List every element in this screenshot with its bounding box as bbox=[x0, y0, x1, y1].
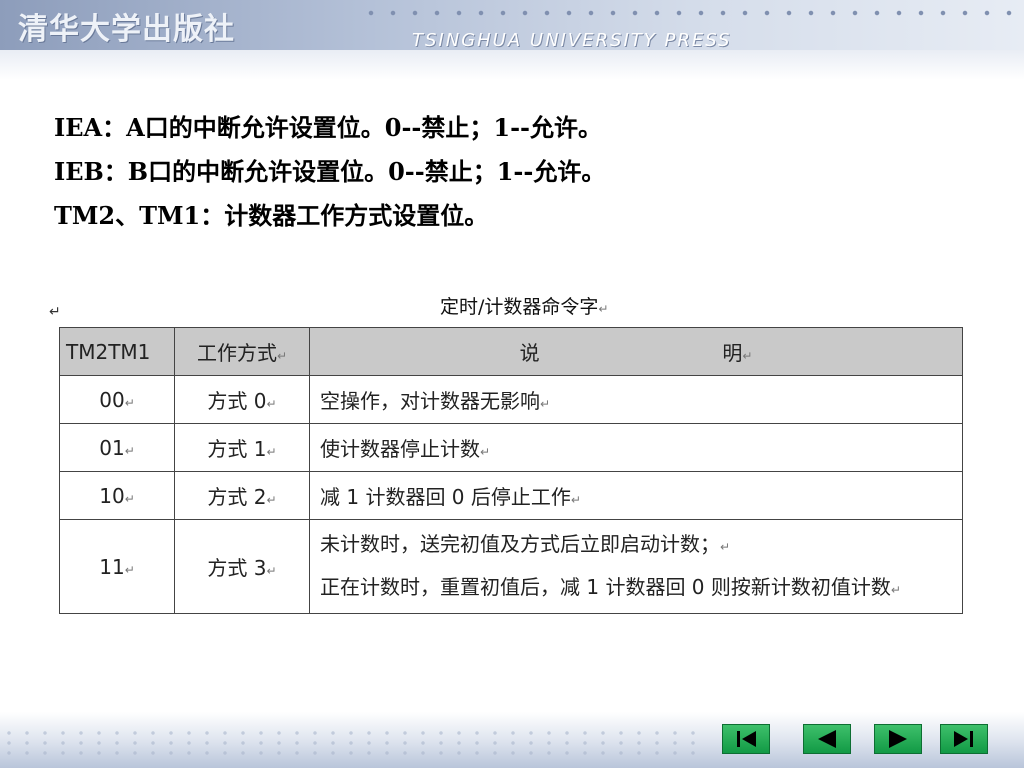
previous-slide-button[interactable] bbox=[803, 724, 851, 754]
table-title-text: 定时/计数器命令字 bbox=[440, 296, 599, 318]
desc-line: 未计数时，送完初值及方式后立即启动计数；↵ bbox=[320, 524, 956, 567]
return-mark: ↵ bbox=[598, 302, 609, 316]
skip-back-icon bbox=[737, 731, 756, 747]
cell-mode: 方式 0↵ bbox=[174, 375, 310, 424]
return-mark: ↵ bbox=[742, 349, 753, 363]
line-tm: TM2、TM1：计数器工作方式设置位。 bbox=[54, 201, 489, 230]
return-mark: ↵ bbox=[890, 582, 901, 597]
return-mark: ↵ bbox=[266, 493, 277, 507]
mode-value: 方式 2 bbox=[207, 485, 267, 509]
cell-desc: 空操作，对计数器无影响↵ bbox=[309, 375, 963, 424]
first-slide-button[interactable] bbox=[722, 724, 770, 754]
return-mark: ↵ bbox=[266, 564, 277, 578]
publisher-logo-en: TSINGHUA UNIVERSITY PRESS bbox=[412, 30, 732, 51]
code-value: 01 bbox=[99, 435, 125, 460]
last-slide-button[interactable] bbox=[940, 724, 988, 754]
return-mark: ↵ bbox=[124, 491, 135, 506]
anchor-marker: ↵ bbox=[49, 304, 61, 320]
cell-mode: 方式 2↵ bbox=[174, 471, 310, 520]
cell-desc: 使计数器停止计数↵ bbox=[309, 423, 963, 472]
table-row: 01↵ 方式 1↵ 使计数器停止计数↵ bbox=[59, 423, 963, 472]
return-mark: ↵ bbox=[276, 349, 288, 363]
cell-code: 01↵ bbox=[59, 423, 175, 472]
table-header-row: TM2TM1 工作方式↵ 说 明↵ bbox=[59, 327, 963, 376]
cell-desc: 减 1 计数器回 0 后停止工作↵ bbox=[309, 471, 963, 520]
desc-value: 未计数时，送完初值及方式后立即启动计数； bbox=[320, 531, 720, 556]
return-mark: ↵ bbox=[266, 445, 277, 459]
desc-value: 使计数器停止计数 bbox=[320, 437, 480, 461]
cell-code: 00↵ bbox=[59, 375, 175, 424]
header-mode: 工作方式↵ bbox=[174, 327, 310, 376]
desc-value: 正在计数时，重置初值后，减 1 计数器回 0 则按新计数初值计数 bbox=[320, 574, 891, 599]
return-mark: ↵ bbox=[124, 562, 135, 577]
skip-forward-icon bbox=[954, 731, 973, 747]
publisher-logo-cn: 清华大学出版社 bbox=[18, 12, 235, 47]
cell-mode: 方式 1↵ bbox=[174, 423, 310, 472]
desc-line: 正在计数时，重置初值后，减 1 计数器回 0 则按新计数初值计数↵ bbox=[320, 567, 956, 610]
header-desc: 说 明↵ bbox=[309, 327, 963, 376]
table-row: 10↵ 方式 2↵ 减 1 计数器回 0 后停止工作↵ bbox=[59, 471, 963, 520]
desc-value: 减 1 计数器回 0 后停止工作 bbox=[320, 485, 571, 509]
return-mark: ↵ bbox=[720, 539, 731, 554]
line-iea: IEA：A口的中断允许设置位。0--禁止；1--允许。 bbox=[54, 113, 603, 142]
return-mark: ↵ bbox=[480, 445, 491, 459]
header-desc-label-1: 说 bbox=[519, 341, 540, 365]
table-row: 00↵ 方式 0↵ 空操作，对计数器无影响↵ bbox=[59, 375, 963, 424]
cell-code: 11↵ bbox=[59, 519, 175, 614]
content-lines: IEA：A口的中断允许设置位。0--禁止；1--允许。 IEB：B口的中断允许设… bbox=[54, 106, 605, 238]
return-mark: ↵ bbox=[540, 397, 551, 411]
command-word-table: TM2TM1 工作方式↵ 说 明↵ 00↵ 方式 0↵ 空操作，对计数器无影响↵… bbox=[59, 327, 963, 614]
header-banner: 清华大学出版社 TSINGHUA UNIVERSITY PRESS bbox=[0, 0, 1024, 80]
header-mode-label: 工作方式 bbox=[196, 341, 277, 365]
line-ieb: IEB：B口的中断允许设置位。0--禁止；1--允许。 bbox=[54, 157, 606, 186]
table-row: 11↵ 方式 3↵ 未计数时，送完初值及方式后立即启动计数；↵ 正在计数时，重置… bbox=[59, 519, 963, 614]
header-tm-label: TM2TM1 bbox=[66, 339, 151, 364]
mode-value: 方式 1 bbox=[207, 437, 267, 461]
mode-value: 方式 3 bbox=[207, 556, 267, 580]
return-mark: ↵ bbox=[570, 493, 581, 507]
return-mark: ↵ bbox=[266, 397, 277, 411]
cell-mode: 方式 3↵ bbox=[174, 519, 310, 614]
header-tm: TM2TM1 bbox=[59, 327, 175, 376]
header-desc-label-2: 明 bbox=[722, 341, 743, 365]
mode-value: 方式 0 bbox=[207, 389, 267, 413]
next-slide-button[interactable] bbox=[874, 724, 922, 754]
cell-code: 10↵ bbox=[59, 471, 175, 520]
header-dots bbox=[360, 8, 1020, 18]
footer-dots bbox=[0, 728, 700, 758]
triangle-left-icon bbox=[818, 730, 836, 748]
code-value: 00 bbox=[99, 387, 125, 412]
return-mark: ↵ bbox=[124, 443, 135, 458]
code-value: 10 bbox=[99, 483, 125, 508]
return-mark: ↵ bbox=[124, 395, 135, 410]
desc-value: 空操作，对计数器无影响 bbox=[320, 389, 540, 413]
code-value: 11 bbox=[99, 554, 125, 579]
cell-desc: 未计数时，送完初值及方式后立即启动计数；↵ 正在计数时，重置初值后，减 1 计数… bbox=[309, 519, 963, 614]
triangle-right-icon bbox=[889, 730, 907, 748]
table-title: 定时/计数器命令字↵ bbox=[440, 292, 608, 319]
